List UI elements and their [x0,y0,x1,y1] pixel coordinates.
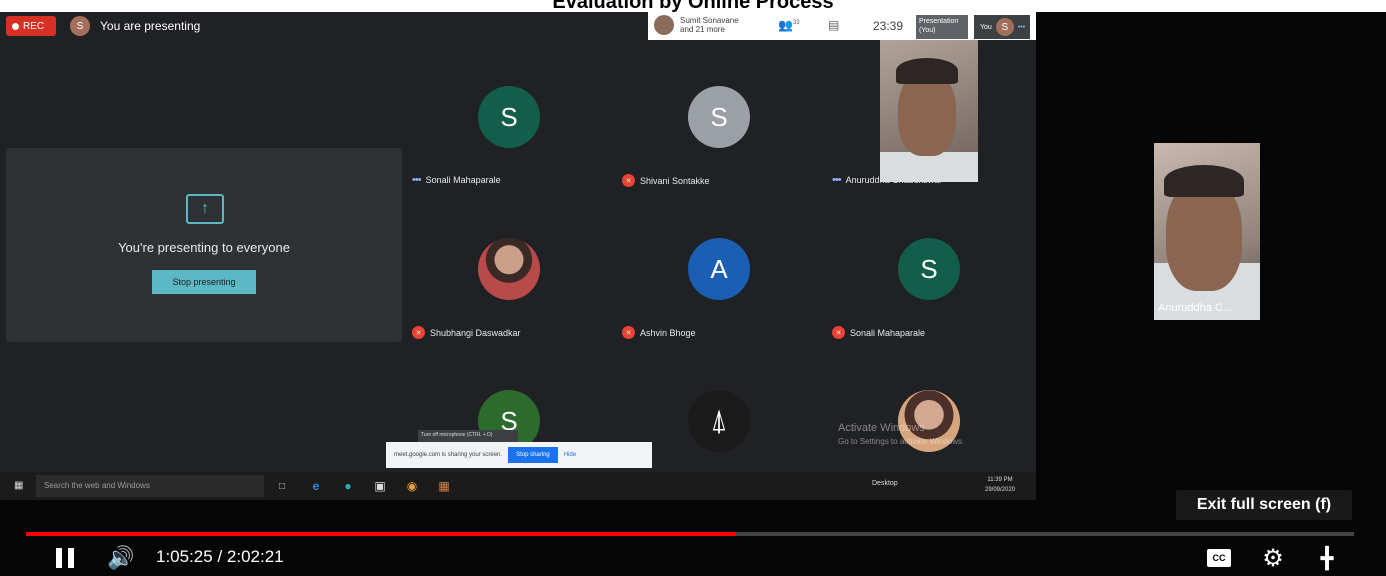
rec-label: REC [23,20,45,32]
meet-clock: 23:39 [873,19,904,33]
participant-name-row: ✕ Ashvin Bhoge [622,326,696,339]
time-display: 1:05:25 / 2:02:21 [156,547,284,566]
windows-logo-icon[interactable]: ▦ [14,480,23,491]
participant-tile[interactable]: A ✕ Ashvin Bhoge [616,200,822,344]
participant-avatar: S [478,86,540,148]
app-icon[interactable]: ● [338,476,358,496]
presenting-indicator: S You are presenting [70,16,200,36]
participant-name: Shivani Sontakke [640,175,710,186]
participant-name-row: ✕ Shubhangi Daswadkar [412,326,521,339]
screen-share-bar: meet.google.com is sharing your screen. … [386,442,652,468]
self-tile[interactable]: You S ••• [974,15,1030,39]
participant-name-row: ✕ Shivani Sontakke [622,174,710,187]
video-frame[interactable]: REC S You are presenting Sumit Sonavane … [0,12,1386,576]
participant-tile[interactable]: S ••• Sonali Mahaparale [406,48,612,192]
self-avatar: S [995,18,1014,36]
mic-muted-icon: ✕ [412,326,425,339]
taskbar-time: 11:39 PM [987,477,1013,483]
others-line1: Sumit Sonavane [680,16,739,25]
participant-name: Shubhangi Daswadkar [430,327,521,338]
you-label: You [980,23,992,31]
presenter-camera [1154,143,1260,320]
chrome-icon[interactable]: ◉ [402,476,422,496]
current-time: 1:05:25 [156,547,213,566]
caption-title: Evaluation by Online Process [552,0,834,12]
rec-badge: REC [6,16,56,36]
volume-icon[interactable]: 🔊 [106,544,136,572]
people-icon[interactable]: 👥33 [778,18,800,32]
others-line2: and 21 more [680,25,725,34]
exit-fullscreen-tooltip: Exit full screen (f) [1176,490,1352,520]
participant-name: Sonali Mahaparale [850,327,926,338]
taskbar-clock: 11:39 PM 29/09/2020 [985,475,1015,495]
participant-photo [654,15,674,35]
camera-name-label: Anuruddha C... [1158,302,1232,314]
participant-name: Ashvin Bhoge [640,327,696,338]
presenting-panel: ↑ You're presenting to everyone Stop pre… [6,148,402,342]
participant-avatar: S [688,86,750,148]
activate-line1: Activate Windows [838,422,925,434]
taskbar-date: 29/09/2020 [985,487,1016,493]
gear-icon[interactable]: ⚙ [1258,544,1288,572]
exit-fullscreen-icon[interactable]: ╋ [1312,544,1342,572]
edge-icon[interactable]: e [306,476,326,496]
participant-count: 33 [792,20,800,26]
others-indicator[interactable]: Sumit Sonavane and 21 more [654,15,739,35]
participant-name: Sonali Mahaparale [425,175,501,185]
mic-muted-icon: ✕ [832,326,845,339]
participant-name-row: ✕ Sonali Mahaparale [832,326,925,339]
presentation-tile[interactable]: Presentation (You) [916,15,968,39]
hide-button[interactable]: Hide [564,452,576,458]
participant-tile[interactable]: S ✕ Sonali Mahaparale [826,200,1032,344]
presenting-banner: You are presenting [100,19,201,33]
activate-line2: Go to Settings to activate Windows. [838,437,965,446]
store-icon[interactable]: ▣ [370,476,390,496]
stop-presenting-button[interactable]: Stop presenting [152,270,256,294]
progress-bar[interactable] [26,532,1354,536]
participant-avatar: S [898,238,960,300]
cc-button[interactable]: CC [1204,544,1234,572]
participant-avatar [478,238,540,300]
task-view-icon[interactable]: □ [272,476,292,496]
participant-name-row: ••• Sonali Mahaparale [412,174,501,186]
meet-top-bar: Sumit Sonavane and 21 more 👥33 ▤ 23:39 P… [648,12,1036,40]
cc-icon: CC [1207,549,1231,567]
app2-icon[interactable]: ▦ [434,476,454,496]
more-dots-icon: ••• [1017,23,1026,31]
speaking-dots-icon: ••• [412,174,422,186]
present-screen-icon: ↑ [186,194,224,224]
tray-desktop[interactable]: Desktop [872,480,898,487]
activate-windows-watermark: Activate Windows Go to Settings to activ… [838,422,964,446]
taskbar-search[interactable]: Search the web and Windows [36,475,264,497]
mic-muted-icon: ✕ [622,174,635,187]
chat-icon[interactable]: ▤ [828,18,839,32]
progress-played [26,532,737,536]
participant-tile[interactable]: ✕ Shubhangi Daswadkar [406,200,612,344]
mic-muted-icon: ✕ [622,326,635,339]
pause-icon[interactable] [50,544,80,572]
presenting-message: You're presenting to everyone [118,240,290,255]
video-caption: Evaluation by Online Process [0,0,1386,12]
presentation-line2: (You) [919,27,936,34]
share-text: meet.google.com is sharing your screen. [394,452,503,458]
participant-avatar: A [688,238,750,300]
participant-avatar: ⍋ [688,390,750,452]
duration: 2:02:21 [226,547,284,566]
stop-sharing-button[interactable]: Stop sharing [508,447,558,463]
presenter-camera-small [880,40,978,182]
mic-tooltip: Turn off microphone (CTRL + D) [418,430,518,442]
meet-screen: REC S You are presenting Sumit Sonavane … [0,12,1036,500]
presenter-avatar: S [70,16,90,36]
participant-tile[interactable]: S ✕ Shivani Sontakke [616,48,822,192]
speaking-dots-icon: ••• [832,174,842,186]
windows-taskbar: ▦ Search the web and Windows □ e ● ▣ ◉ ▦… [0,472,1036,500]
record-dot-icon [12,22,19,30]
presentation-line1: Presentation [919,18,959,25]
